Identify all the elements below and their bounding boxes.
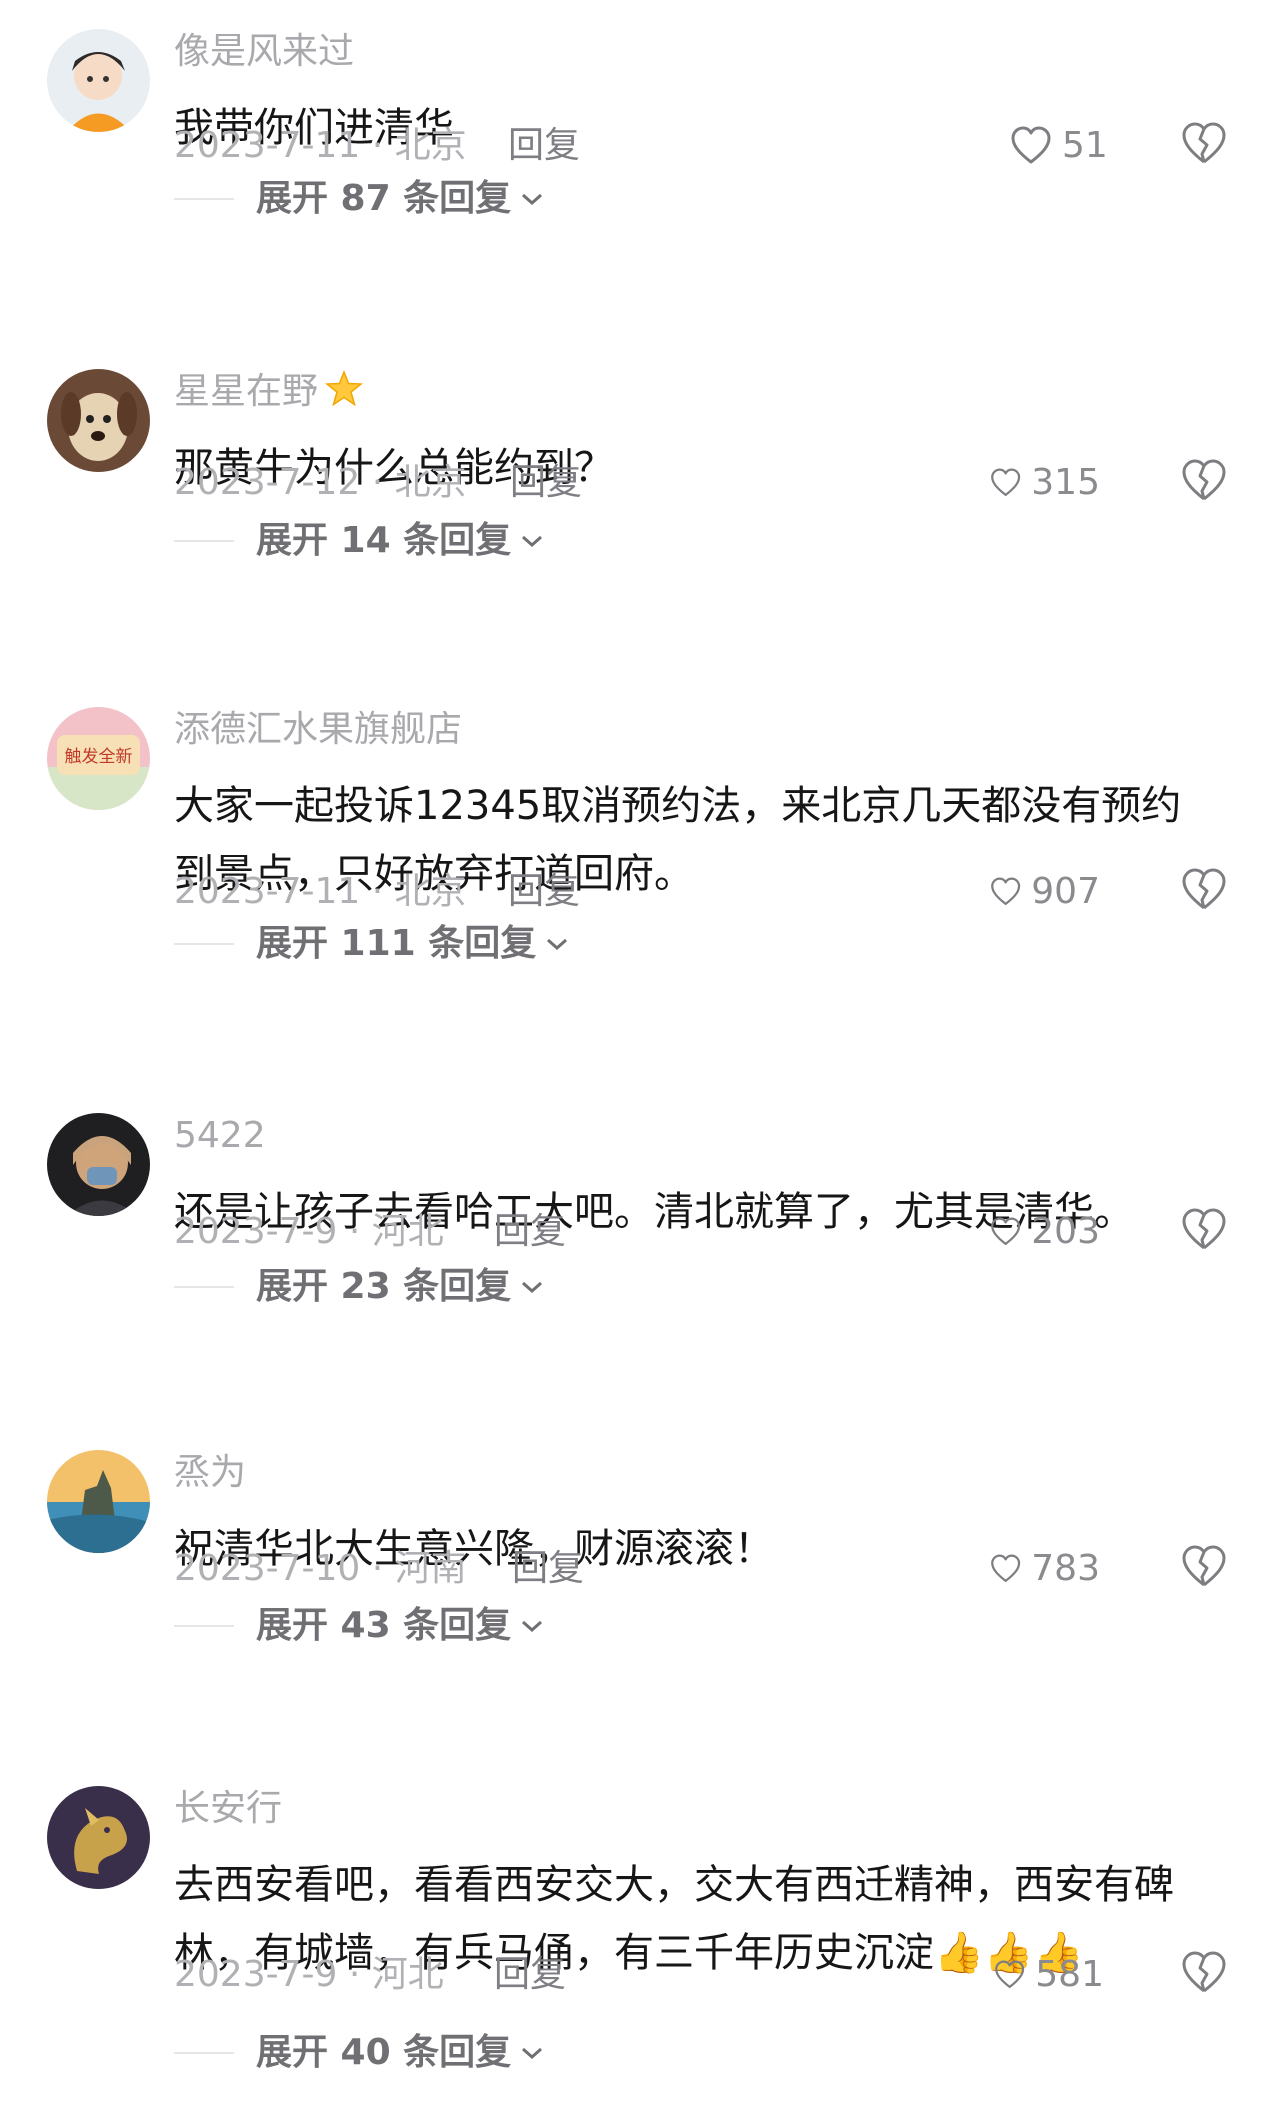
like-button[interactable]: 581 — [994, 1950, 1104, 2000]
expand-replies[interactable]: 展开 111 条回复 — [174, 919, 570, 969]
dislike-button[interactable] — [1180, 121, 1230, 171]
heart-icon — [991, 877, 1021, 906]
comment-item: 触发全新 添德汇水果旗舰店 大家一起投诉12345取消预约法，来北京几天都没有预… — [0, 704, 1280, 1039]
username[interactable]: 5422 — [174, 1111, 266, 1161]
avatar[interactable] — [47, 1786, 150, 1889]
avatar[interactable] — [47, 29, 150, 132]
dislike-button[interactable] — [1180, 1207, 1230, 1257]
username[interactable]: 烝为 — [174, 1448, 246, 1498]
reply-button[interactable]: 回复 — [510, 458, 582, 508]
heart-icon — [991, 1217, 1021, 1246]
heart-icon — [995, 1960, 1025, 1989]
expand-replies[interactable]: 展开 40 条回复 — [174, 2028, 545, 2078]
divider-line — [174, 2052, 234, 2054]
like-button[interactable]: 315 — [990, 458, 1100, 508]
avatar[interactable] — [47, 1450, 150, 1553]
dislike-button[interactable] — [1180, 1950, 1230, 2000]
chevron-down-icon — [522, 1620, 543, 1633]
dislike-button[interactable] — [1180, 458, 1230, 508]
dislike-button[interactable] — [1180, 867, 1230, 917]
divider-line — [174, 198, 234, 200]
heart-icon — [991, 468, 1021, 497]
comment-list: 像是风来过 我带你们进清华 2023-7-11 · 北京 回复 51 展开 87… — [0, 0, 1280, 2126]
date-location: 2023-7-9 · 河北 — [174, 1211, 444, 1252]
like-count: 51 — [1062, 125, 1108, 166]
chevron-down-icon — [522, 2047, 543, 2060]
username[interactable]: 添德汇水果旗舰店 — [174, 705, 462, 755]
date-location: 2023-7-12 · 北京 — [174, 462, 467, 503]
heart-icon — [1011, 126, 1051, 164]
username[interactable]: 星星在野 — [174, 367, 364, 417]
avatar[interactable]: 触发全新 — [47, 707, 150, 810]
avatar[interactable] — [47, 1113, 150, 1216]
divider-line — [174, 1625, 234, 1627]
broken-heart-icon — [1182, 1545, 1226, 1587]
comment-item: 长安行 去西安看吧，看看西安交大，交大有西迁精神，西安有碑林，有城墙，有兵马俑，… — [0, 1783, 1280, 2126]
username[interactable]: 长安行 — [174, 1784, 282, 1834]
divider-line — [174, 1286, 234, 1288]
like-button[interactable]: 51 — [1010, 121, 1120, 171]
comment-item: 烝为 祝清华北大生意兴隆，财源滚滚！ 2023-7-10 · 河南 回复 783… — [0, 1447, 1280, 1782]
expand-replies[interactable]: 展开 14 条回复 — [174, 516, 545, 566]
comment-item: 5422 还是让孩子去看哈工大吧。清北就算了，尤其是清华。 2023-7-9 ·… — [0, 1110, 1280, 1445]
expand-replies-label: 展开 14 条回复 — [256, 520, 512, 561]
expand-replies[interactable]: 展开 87 条回复 — [174, 174, 545, 224]
reply-button[interactable]: 回复 — [494, 1207, 566, 1257]
expand-replies-label: 展开 23 条回复 — [256, 1266, 512, 1307]
like-count: 581 — [1035, 1954, 1104, 1995]
broken-heart-icon — [1182, 459, 1226, 501]
like-button[interactable]: 783 — [990, 1544, 1100, 1594]
reply-button[interactable]: 回复 — [494, 1950, 566, 2000]
date-location: 2023-7-11 · 北京 — [174, 871, 467, 912]
date-location: 2023-7-9 · 河北 — [174, 1954, 444, 1995]
date-location: 2023-7-10 · 河南 — [174, 1548, 467, 1589]
reply-button[interactable]: 回复 — [508, 867, 580, 917]
reply-button[interactable]: 回复 — [508, 121, 580, 171]
comment-item: 星星在野 那黄牛为什么总能约到？ 2023-7-12 · 北京 回复 315 展… — [0, 366, 1280, 701]
like-count: 315 — [1031, 462, 1100, 503]
chevron-down-icon — [522, 193, 543, 206]
like-button[interactable]: 907 — [990, 867, 1100, 917]
dislike-button[interactable] — [1180, 1544, 1230, 1594]
chevron-down-icon — [522, 535, 543, 548]
broken-heart-icon — [1182, 868, 1226, 910]
broken-heart-icon — [1182, 122, 1226, 164]
like-count: 203 — [1031, 1211, 1100, 1252]
like-button[interactable]: 203 — [990, 1207, 1100, 1257]
divider-line — [174, 943, 234, 945]
avatar[interactable] — [47, 369, 150, 472]
avatar-text: 触发全新 — [65, 747, 133, 767]
expand-replies-label: 展开 111 条回复 — [256, 923, 537, 964]
like-count: 907 — [1031, 871, 1100, 912]
username-text: 星星在野 — [174, 371, 319, 412]
chevron-down-icon — [547, 938, 568, 951]
expand-replies-label: 展开 40 条回复 — [256, 2032, 512, 2073]
heart-icon — [991, 1554, 1021, 1583]
username[interactable]: 像是风来过 — [174, 27, 354, 77]
date-location: 2023-7-11 · 北京 — [174, 125, 467, 166]
divider-line — [174, 540, 234, 542]
comment-item: 像是风来过 我带你们进清华 2023-7-11 · 北京 回复 51 展开 87… — [0, 26, 1280, 361]
expand-replies[interactable]: 展开 43 条回复 — [174, 1601, 545, 1651]
broken-heart-icon — [1182, 1208, 1226, 1250]
expand-replies-label: 展开 87 条回复 — [256, 178, 512, 219]
like-count: 783 — [1031, 1548, 1100, 1589]
star-badge-icon — [324, 369, 364, 407]
expand-replies[interactable]: 展开 23 条回复 — [174, 1262, 545, 1312]
broken-heart-icon — [1182, 1951, 1226, 1993]
chevron-down-icon — [522, 1281, 543, 1294]
reply-button[interactable]: 回复 — [512, 1544, 584, 1594]
expand-replies-label: 展开 43 条回复 — [256, 1605, 512, 1646]
